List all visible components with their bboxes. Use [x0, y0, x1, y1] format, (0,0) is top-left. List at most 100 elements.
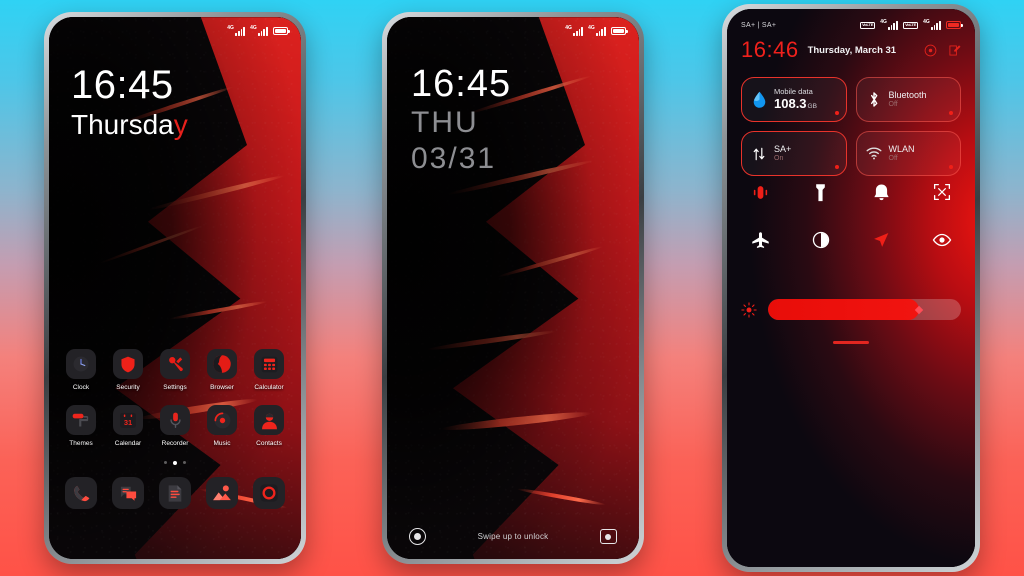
brightness-slider[interactable]	[768, 299, 961, 320]
quick-setting-tiles: Mobile data 108.3GB Bluetooth Off SA+ On…	[741, 77, 961, 176]
dock-camera-icon[interactable]	[253, 477, 285, 509]
volte-badge: VoLTE	[903, 21, 919, 29]
phone-3-control-center: SA+ | SA+ VoLTE 4G VoLTE 4G 16:46 Thursd…	[722, 4, 980, 572]
data-transfer-icon	[751, 146, 767, 162]
svg-text:31: 31	[124, 418, 132, 427]
lock-bottom-bar: Swipe up to unlock	[387, 528, 639, 545]
tile-title: Bluetooth	[888, 89, 927, 100]
tile-sa-plus[interactable]: SA+ On	[741, 131, 847, 176]
calculator-icon	[254, 349, 284, 379]
tile-status: Off	[888, 154, 898, 162]
app-label: Contacts	[256, 440, 282, 447]
tile-value: 108.3GB	[774, 96, 817, 112]
music-note-icon	[207, 405, 237, 435]
tile-wlan[interactable]: WLAN Off	[855, 131, 961, 176]
volte-badge: VoLTE	[860, 21, 876, 29]
app-recorder[interactable]: Recorder	[153, 405, 197, 447]
tile-bluetooth[interactable]: Bluetooth Off	[855, 77, 961, 122]
clock-day-accent: y	[173, 109, 188, 140]
brightness-icon	[741, 301, 757, 318]
app-browser[interactable]: Browser	[200, 349, 244, 391]
phone-2-screen: 4G 4G 16:45 THU 03/31 Swipe up to unlock	[387, 17, 639, 559]
reading-mode-icon[interactable]	[931, 229, 953, 251]
app-contacts[interactable]: Contacts	[247, 405, 291, 447]
battery-icon	[273, 27, 290, 35]
carrier-label: SA+ | SA+	[741, 21, 777, 29]
home-clock-widget: 16:45 Thursday	[71, 65, 188, 139]
lock-weekday: THU	[411, 106, 479, 139]
shield-icon	[113, 349, 143, 379]
location-icon[interactable]	[870, 229, 892, 251]
app-music[interactable]: Music	[200, 405, 244, 447]
dark-mode-icon[interactable]	[810, 229, 832, 251]
brightness-control	[741, 299, 961, 320]
toggle-row-2	[741, 229, 961, 251]
page-dot[interactable]	[183, 461, 186, 464]
battery-icon	[946, 21, 963, 29]
app-settings[interactable]: Settings	[153, 349, 197, 391]
page-indicator	[59, 461, 291, 465]
tile-title: SA+	[774, 143, 792, 154]
dock-messages-icon[interactable]	[112, 477, 144, 509]
app-label: Themes	[69, 440, 93, 447]
phone-2-status-bar: 4G 4G	[387, 17, 639, 41]
dock	[59, 477, 291, 509]
bell-icon[interactable]	[870, 181, 892, 203]
phone-2-lock-screen: 4G 4G 16:45 THU 03/31 Swipe up to unlock	[382, 12, 644, 564]
tile-unit: GB	[807, 103, 817, 111]
bluetooth-icon	[866, 92, 882, 108]
toggle-grid	[741, 181, 961, 277]
edit-icon[interactable]	[948, 44, 961, 57]
app-label: Security	[116, 384, 140, 391]
app-clock[interactable]: Clock	[59, 349, 103, 391]
page-dot-active[interactable]	[173, 461, 177, 465]
tile-title: Mobile data	[774, 87, 813, 97]
dock-phone-icon[interactable]	[65, 477, 97, 509]
microphone-icon	[160, 405, 190, 435]
toggle-row-1	[741, 181, 961, 203]
lock-clock-widget: 16:45 THU 03/31	[411, 65, 511, 174]
network-tag: 4G	[250, 25, 257, 31]
app-label: Clock	[72, 384, 90, 391]
cc-date: Thursday, March 31	[807, 44, 897, 56]
camera-icon[interactable]	[599, 529, 617, 544]
signal-1: 4G	[227, 26, 246, 36]
panel-drag-handle[interactable]	[833, 341, 869, 344]
signal-1: 4G	[880, 19, 899, 30]
unlock-hint: Swipe up to unlock	[477, 532, 549, 541]
signal-1: 4G	[565, 26, 584, 36]
airplane-icon[interactable]	[749, 229, 771, 251]
lock-time: 16:45	[411, 63, 512, 105]
app-row-2: Themes 31 Calendar Recorder Music Contac…	[59, 405, 291, 447]
calendar-icon: 31	[113, 405, 143, 435]
app-calculator[interactable]: Calculator	[247, 349, 291, 391]
signal-bars-icon	[930, 21, 941, 30]
signal-2: 4G	[923, 20, 941, 30]
dock-notes-icon[interactable]	[159, 477, 191, 509]
screenshot-icon[interactable]	[931, 181, 953, 203]
page-dot[interactable]	[164, 461, 167, 464]
settings-gear-icon[interactable]	[924, 44, 937, 57]
app-themes[interactable]: Themes	[59, 405, 103, 447]
network-tag: 4G	[880, 19, 887, 25]
tile-mobile-data[interactable]: Mobile data 108.3GB	[741, 77, 847, 122]
vibrate-icon[interactable]	[749, 181, 771, 203]
app-label: Calculator	[254, 384, 284, 391]
browser-icon	[207, 349, 237, 379]
tile-status-dot	[949, 111, 953, 115]
app-label: Recorder	[161, 440, 189, 447]
flashlight-icon[interactable]	[810, 181, 832, 203]
phone-1-screen: 4G 4G 16:45 Thursday Clock Security Sett…	[49, 17, 301, 559]
paint-roller-icon	[66, 405, 96, 435]
app-grid: Clock Security Settings Browser Calculat…	[59, 349, 291, 509]
app-row-1: Clock Security Settings Browser Calculat…	[59, 349, 291, 391]
dock-gallery-icon[interactable]	[206, 477, 238, 509]
person-icon	[254, 405, 284, 435]
phone-1-status-bar: 4G 4G	[49, 17, 301, 41]
app-security[interactable]: Security	[106, 349, 150, 391]
signal-bars-icon	[234, 27, 246, 36]
clock-day: Thursday	[71, 109, 188, 140]
record-icon[interactable]	[409, 528, 426, 545]
signal-bars-icon	[257, 27, 268, 36]
app-calendar[interactable]: 31 Calendar	[106, 405, 150, 447]
